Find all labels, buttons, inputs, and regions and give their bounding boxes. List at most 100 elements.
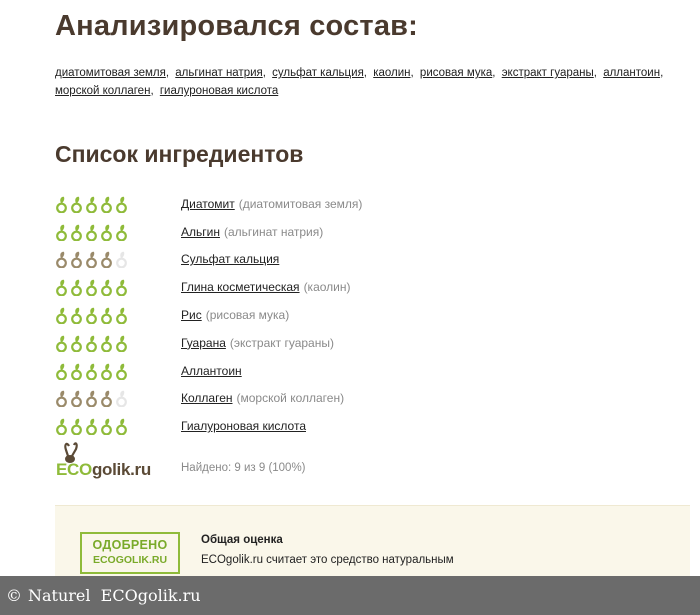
ingredient-text: Гуарана (экстракт гуараны) [181,336,334,350]
composition-link[interactable]: альгинат натрия [175,67,262,79]
ingredient-name-link[interactable]: Рис [181,308,202,322]
leaf-filled-icon [56,391,67,408]
ingredient-name-link[interactable]: Диатомит [181,197,235,211]
ingredient-rating [55,389,181,408]
leaf-filled-icon [56,280,67,297]
ingredient-name-link[interactable]: Гуарана [181,336,226,350]
ingredient-row: Гиалуроновая кислота [55,412,675,440]
ingredient-rating [55,362,181,380]
ingredient-row: Коллаген (морской коллаген) [55,385,675,413]
composition-separator: , [262,67,266,79]
composition-link[interactable]: рисовая мука [420,67,492,79]
leaf-filled-icon [101,252,112,269]
composition-separator: , [165,67,170,79]
ingredient-name-link[interactable]: Альгин [181,225,220,239]
leaf-filled-icon [116,280,127,297]
ingredient-rating [55,250,181,269]
leaf-filled-icon [71,419,82,436]
leaf-filled-icon [56,224,67,241]
watermark-text: Naturel ECOgolik.ru [28,586,201,605]
leaf-filled-icon [71,280,82,297]
composition-separator: , [150,85,154,97]
leaf-filled-icon [86,252,97,269]
ingredient-alt-name: (рисовая мука) [205,308,290,323]
leaf-filled-icon [86,419,97,436]
leaf-filled-icon [101,280,112,297]
ingredient-text: Альгин (альгинат натрия) [181,225,323,239]
logo-text: ECOgolik.ru [56,460,151,480]
ingredient-row: Глина косметическая (каолин) [55,273,675,301]
leaf-empty-icon [116,391,127,408]
leaf-filled-icon [86,196,97,213]
ingredient-alt-name: (каолин) [303,280,351,295]
leaf-filled-icon [71,252,82,269]
ingredient-row: Сульфат кальция [55,246,675,274]
leaf-filled-icon [101,419,112,436]
ingredient-alt-name: (экстракт гуараны) [229,335,334,350]
leaf-filled-icon [116,224,127,241]
leaf-filled-icon [116,419,127,436]
ingredient-name-link[interactable]: Гиалуроновая кислота [181,419,306,433]
leaf-filled-icon [56,196,67,213]
composition-link[interactable]: морской коллаген [55,85,150,97]
leaf-filled-icon [116,196,127,213]
composition-separator: , [593,67,597,79]
composition-separator: , [410,67,414,79]
ingredient-alt-name: (морской коллаген) [236,391,345,406]
composition-link[interactable]: диатомитовая земля [55,67,166,79]
ingredient-text: Сульфат кальция [181,252,279,266]
leaf-filled-icon [71,196,82,213]
composition-link[interactable]: каолин [373,67,410,79]
leaf-filled-icon [56,252,67,269]
ingredient-rating [55,278,181,297]
leaf-filled-icon [71,307,82,325]
ingredient-alt-name: (диатомитовая земля) [238,196,363,211]
verdict-text: ECOgolik.ru считает это средство натурал… [201,554,454,566]
ingredients-list: Диатомит (диатомитовая земля) Альгин (альги… [55,190,675,440]
ingredient-text: Диатомит (диатомитовая земля) [181,197,362,211]
ingredient-name-link[interactable]: Коллаген [181,391,233,405]
composition-link[interactable]: экстракт гуараны [502,67,594,79]
ingredient-text: Рис (рисовая мука) [181,308,289,322]
ingredient-text: Коллаген (морской коллаген) [181,391,344,405]
verdict-panel: ОДОБРЕНО ECOGOLIK.RU Общая оценка ECOgol… [55,505,690,585]
composition-heading: Анализировался состав: [55,10,419,42]
leaf-filled-icon [56,335,67,352]
leaf-filled-icon [56,419,67,436]
ingredient-text: Аллантоин [181,364,242,378]
leaf-filled-icon [101,196,112,213]
ingredient-row: Рис (рисовая мука) [55,301,675,329]
leaf-filled-icon [86,280,97,297]
ingredients-heading: Список ингредиентов [55,141,304,167]
ingredient-name-link[interactable]: Глина косметическая [181,280,300,294]
ingredient-rating [55,306,181,325]
ingredient-row: Диатомит (диатомитовая земля) [55,190,675,218]
leaf-filled-icon [101,224,112,241]
composition-separator: , [492,67,496,79]
ingredient-rating [55,334,181,352]
leaf-filled-icon [86,363,97,380]
composition-list: диатомитовая земля, альгинат натрия, сул… [55,64,685,100]
composition-link[interactable]: сульфат кальция [272,67,364,79]
ecogolik-logo[interactable]: ECOgolik.ru [55,442,165,482]
stamp-line-1: ОДОБРЕНО [92,538,168,552]
composition-link[interactable]: гиалуроновая кислота [160,85,278,97]
leaf-filled-icon [86,224,97,241]
leaf-filled-icon [101,363,112,380]
watermark-footer: © Naturel ECOgolik.ru [0,576,700,615]
logo-text-rest: golik.ru [91,460,151,479]
leaf-filled-icon [71,224,82,241]
composition-link[interactable]: аллантоин [603,67,660,79]
ingredient-text: Глина косметическая (каолин) [181,280,350,294]
leaf-filled-icon [56,307,67,325]
ingredient-rating [55,223,181,241]
leaf-filled-icon [71,335,82,352]
leaf-filled-icon [86,307,97,325]
ingredient-rating [55,195,181,213]
ingredient-text: Гиалуроновая кислота [181,419,306,433]
leaf-filled-icon [116,363,127,380]
found-summary: Найдено: 9 из 9 (100%) [181,462,306,474]
ingredient-name-link[interactable]: Аллантоин [181,364,242,378]
copyright-symbol: © [6,586,22,605]
ingredient-name-link[interactable]: Сульфат кальция [181,252,279,266]
